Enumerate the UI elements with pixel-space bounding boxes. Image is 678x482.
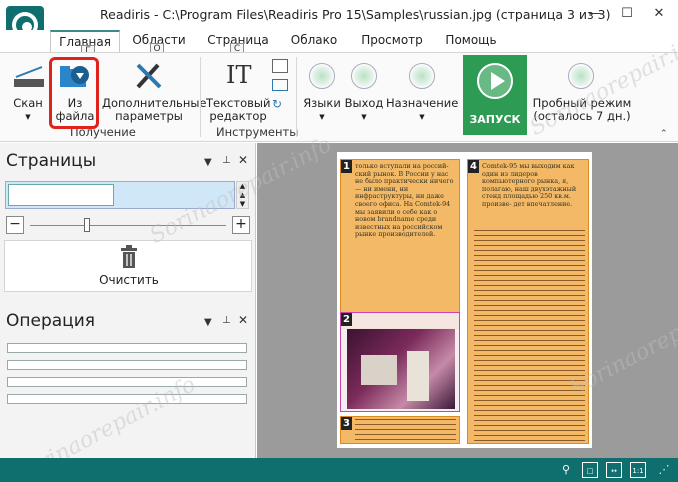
output-icon	[351, 63, 377, 89]
panel-menu-icon[interactable]: ▼	[204, 157, 212, 168]
scan-button[interactable]: Скан ▼	[8, 57, 48, 123]
window-title: Readiris - C:\Program Files\Readiris Pro…	[100, 7, 611, 22]
destination-button[interactable]: Назначение ▼	[386, 57, 458, 123]
trash-icon	[121, 245, 137, 268]
zoom-out-button[interactable]: −	[6, 216, 24, 234]
maximize-button[interactable]: ☐	[615, 4, 639, 24]
minimize-button[interactable]: —	[583, 4, 607, 24]
tab-cloud[interactable]: Облако	[284, 30, 344, 52]
play-triangle	[491, 72, 505, 90]
image-zone-2[interactable]: 2	[340, 312, 460, 412]
text-zone-4[interactable]: 4 Comtek-95 мы выходим как один из лидер…	[467, 159, 589, 444]
tab-view[interactable]: Просмотр	[354, 30, 430, 52]
languages-icon	[309, 63, 335, 89]
clear-button[interactable]: Очистить	[4, 240, 252, 292]
search-icon[interactable]: ⚲	[558, 462, 574, 478]
operation-panel-title: Операция	[6, 311, 96, 331]
output-dropdown-icon[interactable]: ▼	[344, 111, 384, 124]
zone4-text-lines	[474, 230, 585, 441]
operation-close-icon[interactable]: ✕	[238, 313, 248, 327]
thumbnail-image	[8, 184, 114, 206]
title-bar: Readiris - C:\Program Files\Readiris Pro…	[0, 0, 678, 30]
destination-icon	[409, 63, 435, 89]
text-editor-label-2: редактор	[209, 109, 267, 123]
destination-label: Назначение	[386, 96, 459, 110]
operation-menu-icon[interactable]: ▼	[204, 317, 212, 328]
actual-size-icon[interactable]: 1:1	[630, 462, 646, 478]
eraser-icon[interactable]	[272, 59, 288, 73]
tab-home[interactable]: Главная Г	[50, 30, 120, 58]
tools-icon	[136, 63, 162, 89]
operation-pin-icon[interactable]: ⊥	[222, 315, 231, 326]
additional-params-button[interactable]: Дополнительные параметры	[102, 57, 207, 123]
operation-progress-bar	[7, 360, 247, 370]
tab-regions[interactable]: Области О	[126, 30, 192, 56]
pages-panel-title: Страницы	[6, 151, 97, 171]
run-button[interactable]: ЗАПУСК	[463, 55, 527, 135]
clear-label: Очистить	[99, 273, 159, 287]
text-editor-button[interactable]: IT Текстовый редактор	[206, 57, 270, 123]
ribbon-separator	[200, 57, 201, 137]
destination-dropdown-icon[interactable]: ▼	[386, 111, 458, 124]
highlight-outline	[49, 57, 99, 129]
fit-width-icon[interactable]: ↔	[606, 462, 622, 478]
group-tools-label: Инструменты	[216, 125, 299, 139]
operation-progress-bar	[7, 377, 247, 387]
tab-page[interactable]: Страница С	[200, 30, 276, 56]
rotate-icon[interactable]: ↻	[272, 97, 288, 111]
fit-page-icon[interactable]: □	[582, 462, 598, 478]
zoom-thumb[interactable]	[84, 218, 90, 232]
zone-number: 3	[341, 417, 352, 430]
panel-close-icon[interactable]: ✕	[238, 153, 248, 167]
scan-label: Скан	[13, 96, 43, 110]
pin-icon[interactable]: ⊥	[222, 155, 231, 166]
text-zone-1[interactable]: 1 только вступали на россий- ский рынок.…	[340, 159, 460, 329]
close-button[interactable]: ✕	[647, 4, 671, 24]
languages-label: Языки	[303, 96, 341, 110]
zone-number: 2	[341, 313, 352, 326]
operation-progress-bar	[7, 343, 247, 353]
zone1-text: только вступали на россий- ский рынок. В…	[355, 163, 454, 239]
text-cursor-icon: IT	[226, 61, 252, 89]
scan-dropdown-icon[interactable]: ▼	[8, 111, 48, 124]
scanner-icon	[14, 66, 44, 87]
zone-number: 4	[468, 160, 479, 173]
zone4-text: Comtek-95 мы выходим как один из лидеров…	[482, 163, 577, 208]
ribbon-separator	[296, 57, 297, 137]
zone-number: 1	[341, 160, 352, 173]
collapse-ribbon-icon[interactable]: ⌃	[660, 129, 668, 139]
zoom-in-button[interactable]: +	[232, 216, 250, 234]
document-page[interactable]: 1 только вступали на россий- ский рынок.…	[337, 152, 592, 448]
additional-label-2: параметры	[115, 109, 183, 123]
output-label: Выход	[344, 96, 384, 110]
computer-photo	[347, 329, 455, 409]
text-zone-3[interactable]: 3	[340, 416, 460, 444]
ribbon-tabs: Главная Г Области О Страница С Облако Пр…	[0, 30, 678, 58]
zone3-text-lines	[355, 419, 456, 441]
resize-grip-icon[interactable]: ⋰	[656, 462, 672, 478]
languages-dropdown-icon[interactable]: ▼	[300, 111, 344, 124]
status-bar: ⚲ □ ↔ 1:1 ⋰	[0, 458, 678, 482]
operation-progress-bar	[7, 394, 247, 404]
languages-button[interactable]: Языки ▼	[300, 57, 344, 123]
tab-help[interactable]: Помощь	[438, 30, 504, 52]
run-label: ЗАПУСК	[469, 113, 521, 126]
output-button[interactable]: Выход ▼	[344, 57, 384, 123]
select-area-icon[interactable]	[272, 79, 288, 91]
